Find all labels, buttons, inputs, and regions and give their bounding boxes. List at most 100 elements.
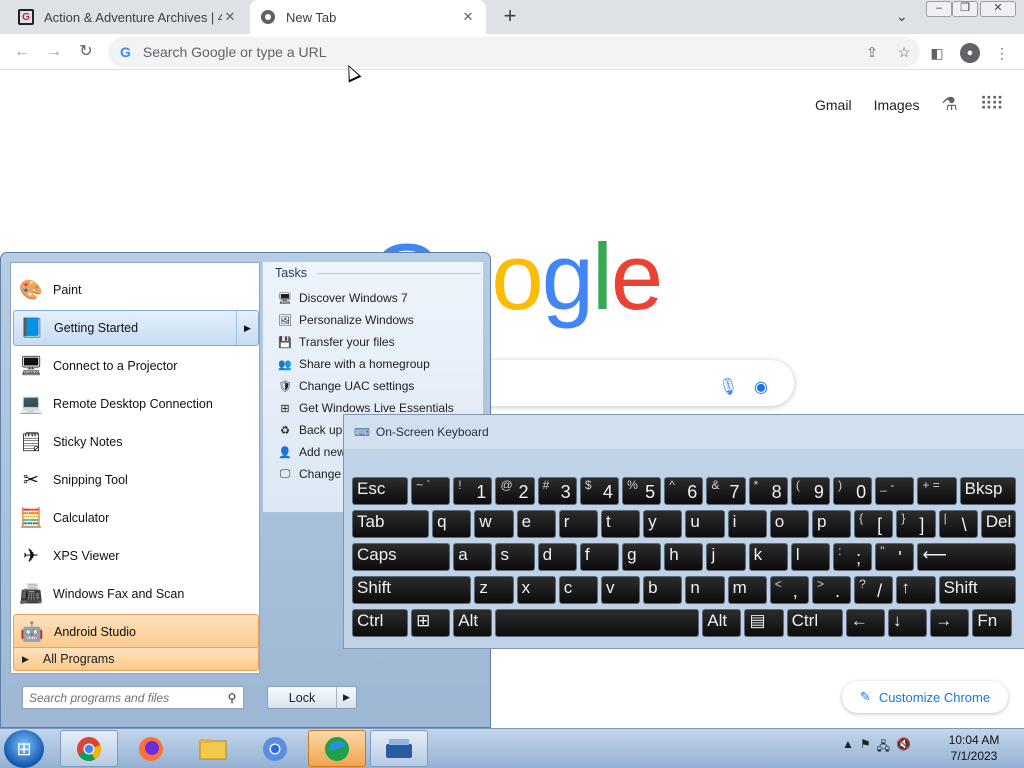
task-item[interactable]: 💾 Transfer your files (277, 332, 394, 352)
submenu-arrow-icon[interactable]: ▶ (236, 311, 258, 345)
osk-key[interactable]: e (516, 510, 556, 538)
microphone-icon[interactable]: 🎙 (718, 377, 738, 397)
menu-kebab-icon[interactable]: ⋮ (991, 42, 1013, 64)
volume-muted-icon[interactable]: 🔇 (896, 737, 911, 758)
osk-key[interactable]: k (748, 543, 788, 571)
show-hidden-icons-icon[interactable]: ▲ (842, 737, 854, 758)
osk-key[interactable]: ! 1 (453, 477, 493, 505)
osk-key[interactable]: & 7 (706, 477, 746, 505)
osk-key[interactable]: ? / (854, 576, 894, 604)
osk-key[interactable]: Alt (453, 609, 493, 637)
osk-key[interactable]: d (537, 543, 577, 571)
program-getting-started[interactable]: 📘 Getting Started ▶ (13, 310, 259, 346)
program-paint[interactable]: 🎨 Paint (13, 272, 259, 308)
osk-key[interactable]: {[ (854, 510, 894, 538)
osk-key[interactable]: + = (917, 477, 957, 505)
osk-key[interactable]: Ctrl (786, 609, 843, 637)
osk-title-bar[interactable]: ⌨ On-Screen Keyboard (344, 415, 1024, 449)
osk-key[interactable]: n (685, 576, 725, 604)
start-search-input[interactable]: Search programs and files ⚲ (22, 686, 244, 709)
action-center-icon[interactable]: ⚑ (860, 737, 871, 758)
osk-key[interactable]: :; (833, 543, 873, 571)
osk-key[interactable]: b (643, 576, 683, 604)
osk-key[interactable]: Ctrl (352, 609, 409, 637)
osk-key[interactable]: Bksp (959, 477, 1016, 505)
osk-key[interactable]: o (769, 510, 809, 538)
clock[interactable]: 10:04 AM 7/1/2023 (930, 732, 1018, 764)
firefox-icon[interactable] (122, 730, 180, 767)
osk-key[interactable]: (9 (790, 477, 831, 505)
side-panel-icon[interactable]: ◧ (926, 42, 948, 64)
osk-key[interactable]: _ - (875, 477, 915, 505)
osk-key[interactable]: i (727, 510, 767, 538)
osk-key[interactable]: ↓ (887, 609, 928, 637)
apps-grid-icon[interactable]: ⠿⠿ (980, 94, 1004, 115)
osk-key[interactable]: Del (980, 510, 1016, 538)
minimize-icon[interactable]: – (926, 1, 952, 17)
osk-key[interactable]: r (558, 510, 598, 538)
osk-key[interactable]: @2 (495, 477, 535, 505)
osk-key[interactable]: ↑ (896, 576, 936, 604)
osk-key[interactable]: Alt (702, 609, 742, 637)
task-item[interactable]: 🖥 Discover Windows 7 (277, 288, 408, 308)
osk-key[interactable]: u (685, 510, 725, 538)
network-icon[interactable]: 🖧 (877, 737, 890, 758)
osk-key[interactable]: j (706, 543, 746, 571)
osk-key[interactable] (495, 609, 700, 637)
osk-key[interactable]: ⟵ (917, 543, 1016, 571)
osk-key[interactable]: Tab (352, 510, 430, 538)
program-remote-desktop[interactable]: 💻 Remote Desktop Connection (13, 386, 259, 422)
task-item[interactable]: 🛡 Change UAC settings (277, 376, 414, 396)
osk-key[interactable]: * 8 (748, 477, 788, 505)
program-fax-scan[interactable]: 📠 Windows Fax and Scan (13, 576, 259, 612)
all-programs-button[interactable]: ▶ All Programs (13, 647, 259, 671)
labs-flask-icon[interactable]: ⚗ (941, 94, 957, 115)
osk-key[interactable]: <, (769, 576, 809, 604)
profile-avatar-icon[interactable]: ● (960, 43, 980, 63)
tab-search-icon[interactable]: ⌄ (896, 8, 908, 25)
forward-icon[interactable]: → (44, 42, 64, 62)
task-item[interactable]: ♻ Back up (277, 420, 342, 440)
osk-key[interactable]: t (600, 510, 641, 538)
osk-key[interactable]: z (474, 576, 514, 604)
customize-chrome-button[interactable]: ✎ Customize Chrome (842, 681, 1008, 713)
osk-key[interactable]: a (453, 543, 493, 571)
osk-key[interactable]: y (643, 510, 683, 538)
share-icon[interactable]: ⇪ (856, 44, 888, 61)
osk-key[interactable]: Caps (352, 543, 451, 571)
osk-key[interactable]: ~ ` (411, 477, 451, 505)
close-tab-icon[interactable]: ✕ (460, 9, 476, 25)
program-snipping-tool[interactable]: ✂ Snipping Tool (13, 462, 259, 498)
edge-icon[interactable] (308, 730, 366, 767)
address-bar[interactable]: G Search Google or type a URL ⇪ ☆ (108, 37, 920, 67)
program-connect-projector[interactable]: 🖥 Connect to a Projector (13, 348, 259, 384)
osk-icon[interactable] (370, 730, 428, 767)
osk-key[interactable]: g (622, 543, 662, 571)
restore-icon[interactable]: ❐ (952, 1, 978, 17)
task-item[interactable]: 🖼 Personalize Windows (277, 310, 414, 330)
bookmark-star-icon[interactable]: ☆ (888, 44, 920, 61)
osk-key[interactable]: $4 (579, 477, 620, 505)
osk-key[interactable]: l (790, 543, 831, 571)
program-xps-viewer[interactable]: ✈ XPS Viewer (13, 538, 259, 574)
program-android-studio[interactable]: 🤖 Android Studio (13, 614, 259, 650)
osk-key[interactable]: ) 0 (833, 477, 873, 505)
osk-key[interactable]: #3 (537, 477, 577, 505)
osk-key[interactable]: }] (896, 510, 936, 538)
chromium-icon[interactable] (246, 730, 304, 767)
tab-action-adventure[interactable]: G Action & Adventure Archives | 4K ✕ (8, 0, 248, 34)
osk-key[interactable]: p (811, 510, 852, 538)
osk-key[interactable]: Esc (352, 477, 409, 505)
osk-key[interactable]: → (930, 609, 970, 637)
osk-key[interactable]: Fn (972, 609, 1012, 637)
osk-key[interactable]: c (558, 576, 598, 604)
tab-new-tab[interactable]: New Tab ✕ (250, 0, 486, 34)
osk-key[interactable]: s (495, 543, 535, 571)
osk-key[interactable]: m (727, 576, 767, 604)
reload-icon[interactable]: ↻ (76, 42, 96, 62)
osk-key[interactable]: q (432, 510, 472, 538)
osk-key[interactable]: w (474, 510, 514, 538)
chrome-icon[interactable] (60, 730, 118, 767)
osk-key[interactable]: ← (845, 609, 885, 637)
osk-key[interactable]: x (516, 576, 556, 604)
